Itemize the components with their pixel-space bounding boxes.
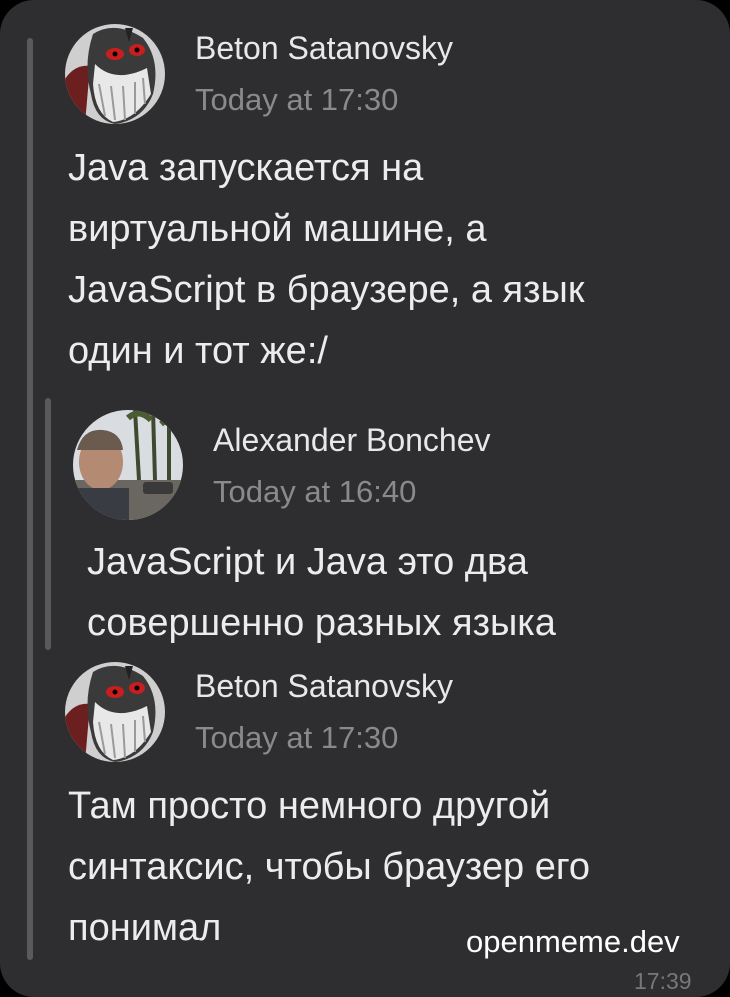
demon-avatar-icon: [65, 24, 165, 124]
message-line: Java запускается на: [68, 147, 424, 189]
message-line: Там просто немного другой: [68, 785, 551, 827]
author-name[interactable]: Beton Satanovsky: [195, 30, 453, 67]
chat-screenshot: Beton Satanovsky Today at 17:30 Java зап…: [0, 0, 730, 997]
author-name[interactable]: Beton Satanovsky: [195, 668, 453, 705]
author-name[interactable]: Alexander Bonchev: [213, 422, 491, 459]
message-text: Java запускается на виртуальной машине, …: [68, 138, 584, 382]
message-line: совершенно разных языка: [87, 602, 556, 644]
avatar-beton[interactable]: [65, 24, 165, 124]
message-text: JavaScript и Java это два совершенно раз…: [87, 532, 556, 654]
quote-bar-inner: [45, 398, 51, 650]
photo-avatar-icon: [73, 410, 183, 520]
message-line: один и тот же:/: [68, 330, 328, 372]
status-clock: 17:39: [634, 968, 692, 994]
quote-bar-outer: [27, 38, 33, 960]
message-timestamp: Today at 17:30: [195, 82, 399, 117]
demon-avatar-icon: [65, 662, 165, 762]
avatar-alexander[interactable]: [73, 410, 183, 520]
avatar-beton[interactable]: [65, 662, 165, 762]
message-line: виртуальной машине, а: [68, 208, 487, 250]
message-line: синтаксис, чтобы браузер его: [68, 846, 590, 888]
message-timestamp: Today at 16:40: [213, 474, 417, 509]
message-line: JavaScript и Java это два: [87, 541, 528, 583]
message-line: JavaScript в браузере, а язык: [68, 269, 585, 311]
message-timestamp: Today at 17:30: [195, 720, 399, 755]
watermark: openmeme.dev: [466, 924, 680, 959]
